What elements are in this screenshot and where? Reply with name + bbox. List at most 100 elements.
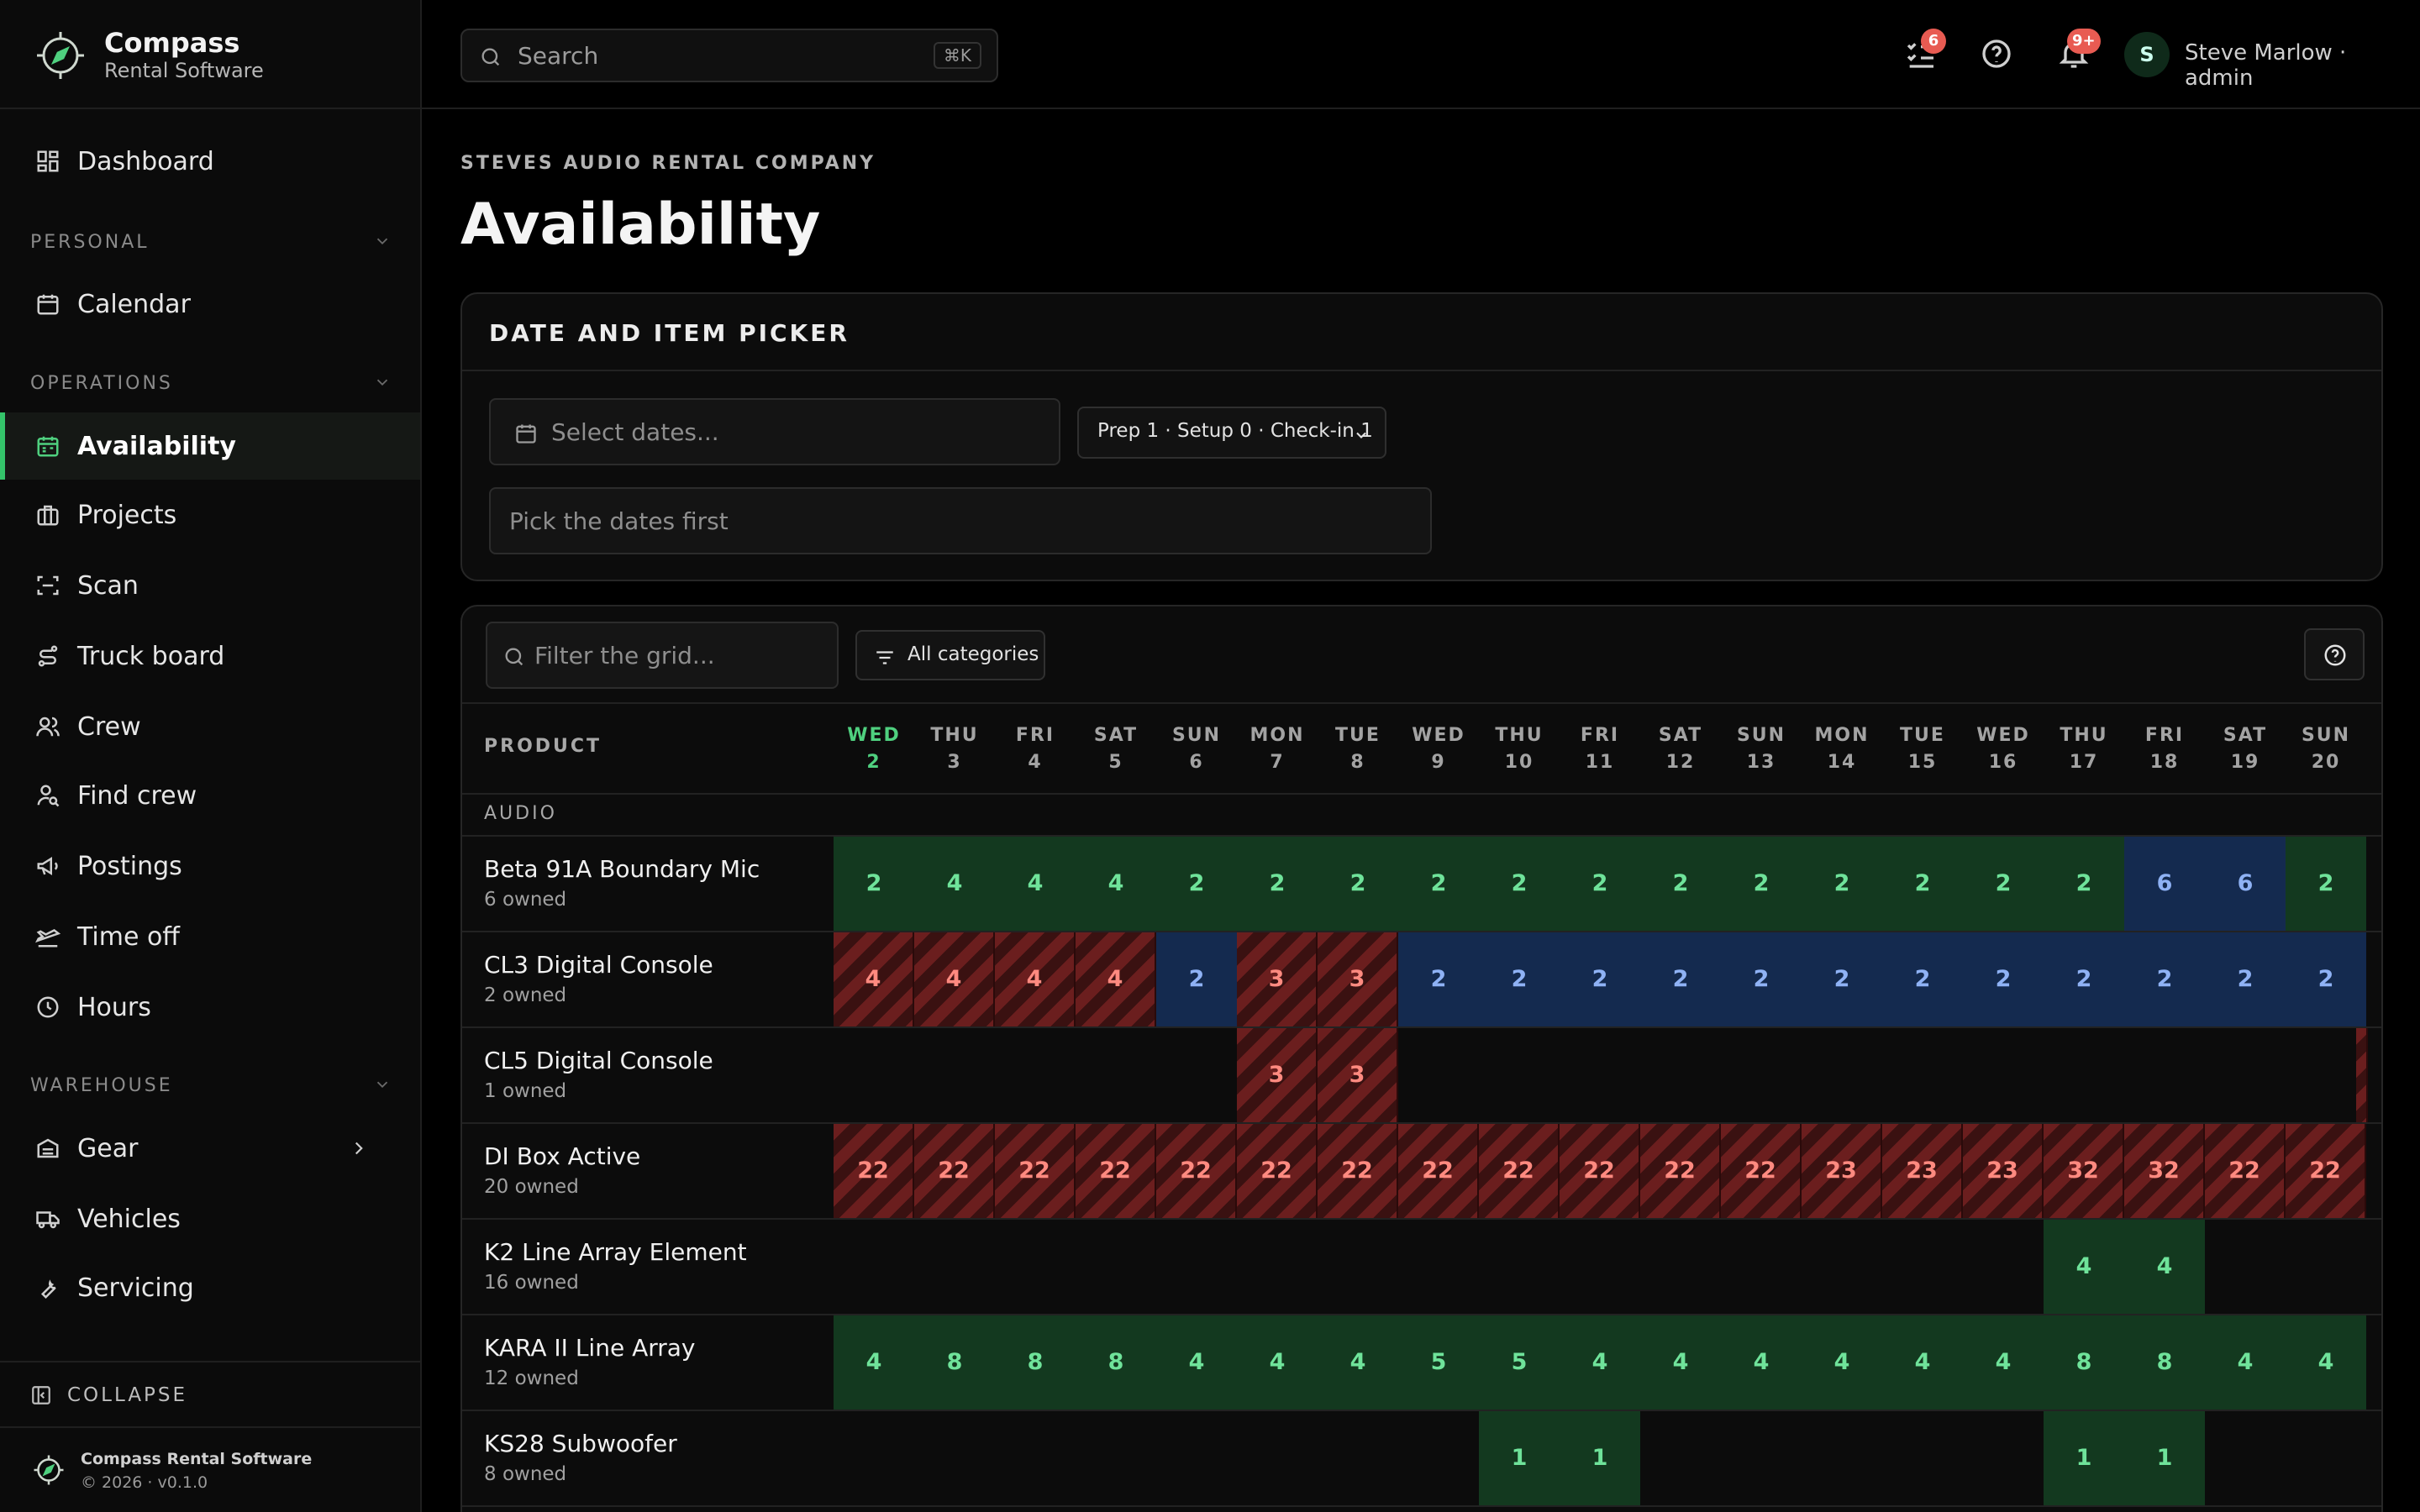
product-name[interactable]: DI Box Active xyxy=(484,1142,640,1170)
availability-cell[interactable]: 2 xyxy=(1237,837,1318,931)
availability-cell[interactable]: 2 xyxy=(1802,932,1882,1026)
availability-cell[interactable]: 4 xyxy=(914,932,995,1026)
help-icon[interactable] xyxy=(1980,37,2013,71)
availability-cell[interactable]: 22 xyxy=(1237,1124,1318,1218)
availability-cell[interactable]: 4 xyxy=(2205,1315,2286,1410)
availability-cell[interactable]: 4 xyxy=(1721,1315,1802,1410)
availability-cell[interactable]: 2 xyxy=(1963,837,2044,931)
availability-cell[interactable]: 8 xyxy=(2044,1315,2124,1410)
availability-cell[interactable]: 1 xyxy=(1479,1411,1560,1505)
availability-cell[interactable]: 2 xyxy=(2286,837,2366,931)
availability-cell[interactable]: 4 xyxy=(995,837,1076,931)
brand[interactable]: Compass Rental Software xyxy=(0,0,420,109)
sidebar-item-projects[interactable]: Projects xyxy=(0,481,420,549)
availability-cell[interactable]: 4 xyxy=(2124,1220,2205,1314)
availability-cell[interactable]: 8 xyxy=(914,1315,995,1410)
availability-cell[interactable]: 22 xyxy=(995,1124,1076,1218)
availability-cell[interactable]: 22 xyxy=(914,1124,995,1218)
availability-cell[interactable]: 2 xyxy=(1882,837,1963,931)
availability-cell[interactable]: 2 xyxy=(1963,932,2044,1026)
categories-filter-button[interactable]: All categories xyxy=(855,630,1045,680)
product-name[interactable]: KS28 Subwoofer xyxy=(484,1430,677,1457)
product-name[interactable]: KARA II Line Array xyxy=(484,1334,695,1362)
availability-cell[interactable]: 8 xyxy=(2124,1315,2205,1410)
availability-cell[interactable]: 22 xyxy=(1156,1124,1237,1218)
availability-cell[interactable]: 2 xyxy=(1156,932,1237,1026)
availability-cell[interactable]: 4 xyxy=(995,932,1076,1026)
availability-cell[interactable]: 4 xyxy=(834,1315,914,1410)
grid-help-button[interactable] xyxy=(2304,628,2365,680)
sidebar-item-truck-board[interactable]: Truck board xyxy=(0,622,420,690)
availability-cell[interactable]: 2 xyxy=(1398,837,1479,931)
availability-cell[interactable]: 6 xyxy=(2205,837,2286,931)
availability-cell[interactable]: 2 xyxy=(1560,837,1640,931)
section-warehouse[interactable]: WAREHOUSE xyxy=(30,1075,392,1096)
availability-cell[interactable]: 22 xyxy=(834,1124,914,1218)
availability-cell[interactable]: 32 xyxy=(2044,1124,2124,1218)
item-picker-input[interactable]: Pick the dates first xyxy=(489,487,1432,554)
availability-cell[interactable]: 2 xyxy=(2205,932,2286,1026)
availability-cell[interactable]: 2 xyxy=(1802,837,1882,931)
availability-cell[interactable]: 2 xyxy=(1318,837,1398,931)
sidebar-item-postings[interactable]: Postings xyxy=(0,832,420,900)
sidebar-item-servicing[interactable]: Servicing xyxy=(0,1254,420,1321)
availability-cell[interactable]: 4 xyxy=(914,837,995,931)
availability-cell[interactable]: 4 xyxy=(2286,1315,2366,1410)
availability-cell[interactable]: 8 xyxy=(995,1315,1076,1410)
availability-cell[interactable]: 5 xyxy=(1398,1315,1479,1410)
availability-cell[interactable]: 4 xyxy=(1237,1315,1318,1410)
availability-cell[interactable]: 22 xyxy=(1318,1124,1398,1218)
availability-cell[interactable]: 22 xyxy=(2205,1124,2286,1218)
sidebar-item-scan[interactable]: Scan xyxy=(0,552,420,619)
availability-cell[interactable]: 3 xyxy=(1318,1028,1398,1122)
availability-cell[interactable]: 4 xyxy=(2044,1220,2124,1314)
availability-cell[interactable]: 4 xyxy=(1560,1315,1640,1410)
availability-cell[interactable]: 1 xyxy=(2044,1411,2124,1505)
availability-cell[interactable]: 4 xyxy=(1156,1315,1237,1410)
availability-cell[interactable]: 3 xyxy=(1237,1028,1318,1122)
user-name[interactable]: Steve Marlow · admin xyxy=(2185,40,2420,91)
avatar[interactable]: S xyxy=(2124,32,2170,77)
availability-cell[interactable]: 2 xyxy=(1882,932,1963,1026)
availability-cell[interactable]: 1 xyxy=(2124,1411,2205,1505)
availability-cell[interactable]: 22 xyxy=(2286,1124,2366,1218)
availability-cell[interactable]: 22 xyxy=(1640,1124,1721,1218)
availability-cell[interactable]: 2 xyxy=(1156,837,1237,931)
availability-cell[interactable]: 4 xyxy=(1802,1315,1882,1410)
availability-cell[interactable]: 4 xyxy=(1076,932,1156,1026)
sidebar-item-find-crew[interactable]: Find crew xyxy=(0,762,420,829)
availability-cell[interactable]: 2 xyxy=(1640,932,1721,1026)
availability-cell[interactable]: 6 xyxy=(2124,837,2205,931)
product-name[interactable]: CL5 Digital Console xyxy=(484,1047,713,1074)
availability-cell[interactable]: 4 xyxy=(1318,1315,1398,1410)
availability-cell[interactable]: 4 xyxy=(1882,1315,1963,1410)
availability-cell[interactable]: 4 xyxy=(834,932,914,1026)
section-personal[interactable]: PERSONAL xyxy=(30,232,392,253)
availability-cell[interactable]: 22 xyxy=(1076,1124,1156,1218)
sidebar-item-hours[interactable]: Hours xyxy=(0,974,420,1041)
availability-cell[interactable]: 3 xyxy=(1237,932,1318,1026)
availability-cell[interactable]: 23 xyxy=(1802,1124,1882,1218)
sidebar-item-calendar[interactable]: Calendar xyxy=(0,270,420,338)
availability-cell[interactable]: 2 xyxy=(1721,837,1802,931)
availability-cell[interactable]: 22 xyxy=(1560,1124,1640,1218)
availability-cell[interactable]: 23 xyxy=(1963,1124,2044,1218)
availability-cell[interactable]: 4 xyxy=(1963,1315,2044,1410)
date-range-input[interactable]: Select dates... xyxy=(489,398,1060,465)
sidebar-item-dashboard[interactable]: Dashboard xyxy=(0,128,420,195)
prep-setup-checkin-dropdown[interactable]: Prep 1 · Setup 0 · Check-in 1 xyxy=(1077,407,1386,459)
product-name[interactable]: K2 Line Array Element xyxy=(484,1238,747,1266)
availability-cell[interactable]: 2 xyxy=(1398,932,1479,1026)
availability-cell[interactable]: 5 xyxy=(1479,1315,1560,1410)
availability-cell[interactable]: 22 xyxy=(1721,1124,1802,1218)
availability-cell[interactable]: 2 xyxy=(1479,837,1560,931)
sidebar-item-vehicles[interactable]: Vehicles xyxy=(0,1185,420,1252)
availability-cell[interactable]: 3 xyxy=(1318,932,1398,1026)
availability-cell[interactable]: 2 xyxy=(834,837,914,931)
availability-cell[interactable]: 4 xyxy=(1076,837,1156,931)
availability-cell[interactable]: 2 xyxy=(2286,932,2366,1026)
section-operations[interactable]: OPERATIONS xyxy=(30,373,392,394)
sidebar-item-availability[interactable]: Availability xyxy=(0,412,420,480)
sidebar-item-time-off[interactable]: Time off xyxy=(0,903,420,970)
availability-cell[interactable]: 2 xyxy=(2044,932,2124,1026)
